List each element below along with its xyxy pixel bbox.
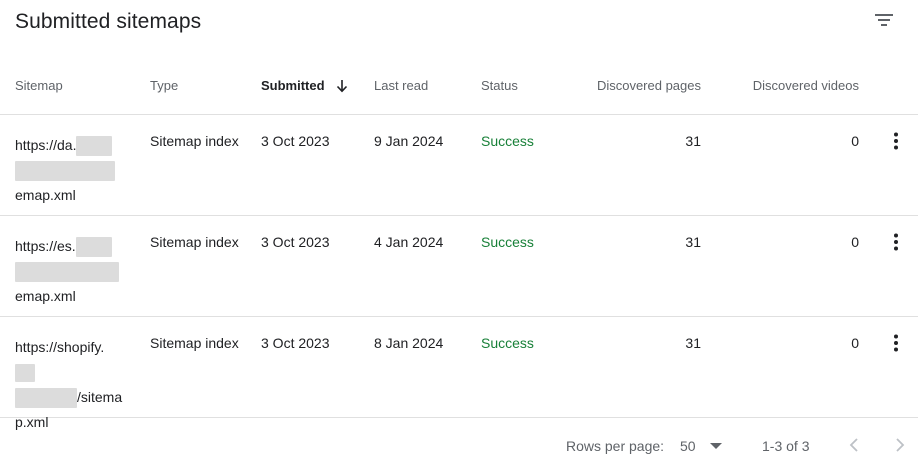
row-more-button[interactable] — [886, 228, 906, 256]
arrow-drop-down-icon — [710, 443, 722, 449]
sitemap-type: Sitemap index — [150, 234, 239, 250]
previous-page-button[interactable] — [844, 434, 864, 456]
submitted-date: 3 Oct 2023 — [261, 133, 330, 149]
column-header-last-read[interactable]: Last read — [374, 78, 428, 93]
sitemap-url-mid: /sitema — [77, 389, 123, 405]
sitemaps-table: Sitemap Type Submitted Last read Status … — [0, 60, 918, 430]
chevron-left-icon — [849, 438, 858, 452]
discovered-videos-count: 0 — [851, 234, 859, 250]
next-page-button[interactable] — [890, 434, 910, 456]
discovered-pages-count: 31 — [685, 335, 701, 351]
table-pagination: Rows per page: 50 1-3 of 3 — [0, 428, 918, 463]
discovered-pages-count: 31 — [685, 234, 701, 250]
redacted-block — [15, 161, 115, 182]
table-row[interactable]: https://shopify./sitema p.xml Sitemap ind… — [0, 317, 918, 430]
chevron-right-icon — [896, 438, 905, 452]
redacted-block — [76, 136, 113, 157]
sitemap-url[interactable]: https://da. emap.xml — [15, 133, 123, 208]
last-read-date: 9 Jan 2024 — [374, 133, 444, 149]
page-title: Submitted sitemaps — [15, 10, 202, 33]
discovered-pages-count: 31 — [685, 133, 701, 149]
sitemap-url-start: https://da. — [15, 137, 77, 153]
column-header-discovered-pages[interactable]: Discovered pages — [580, 78, 701, 93]
sitemap-url[interactable]: https://es. emap.xml — [15, 234, 123, 309]
redacted-block — [15, 388, 77, 409]
column-header-type[interactable]: Type — [150, 78, 178, 93]
status-text: Success — [481, 234, 534, 250]
column-header-submitted[interactable]: Submitted — [261, 78, 348, 93]
sitemap-type: Sitemap index — [150, 335, 239, 351]
sitemap-url-start: https://es. — [15, 238, 76, 254]
last-read-date: 4 Jan 2024 — [374, 234, 444, 250]
rows-per-page-value[interactable]: 50 — [680, 438, 696, 454]
submitted-date: 3 Oct 2023 — [261, 335, 330, 351]
submitted-date: 3 Oct 2023 — [261, 234, 330, 250]
sitemap-url-end: emap.xml — [15, 187, 76, 203]
status-text: Success — [481, 335, 534, 351]
sitemap-url-start: https://shopify. — [15, 339, 105, 355]
redacted-block — [15, 364, 35, 383]
redacted-block — [75, 237, 112, 258]
table-row[interactable]: https://da. emap.xml Sitemap index 3 Oct … — [0, 115, 918, 216]
filter-button[interactable] — [866, 5, 902, 35]
pagination-range: 1-3 of 3 — [762, 438, 810, 454]
column-header-submitted-label: Submitted — [261, 78, 325, 93]
column-header-sitemap[interactable]: Sitemap — [15, 78, 63, 93]
table-header-row: Sitemap Type Submitted Last read Status … — [0, 60, 918, 115]
column-header-discovered-videos[interactable]: Discovered videos — [738, 78, 859, 93]
page-header: Submitted sitemaps — [0, 0, 918, 56]
sitemap-url-end: emap.xml — [15, 288, 76, 304]
column-header-status[interactable]: Status — [481, 78, 518, 93]
more-vert-icon — [894, 132, 898, 150]
status-text: Success — [481, 133, 534, 149]
rows-per-page-dropdown[interactable] — [708, 439, 724, 453]
arrow-downward-icon — [337, 80, 348, 93]
row-more-button[interactable] — [886, 127, 906, 155]
filter-list-icon — [875, 14, 893, 26]
redacted-block — [15, 262, 119, 283]
sitemap-type: Sitemap index — [150, 133, 239, 149]
more-vert-icon — [894, 334, 898, 352]
discovered-videos-count: 0 — [851, 133, 859, 149]
discovered-videos-count: 0 — [851, 335, 859, 351]
table-row[interactable]: https://es. emap.xml Sitemap index 3 Oct … — [0, 216, 918, 317]
sitemap-url[interactable]: https://shopify./sitema p.xml — [15, 335, 123, 435]
row-more-button[interactable] — [886, 329, 906, 357]
rows-per-page-label: Rows per page: — [566, 438, 665, 454]
more-vert-icon — [894, 233, 898, 251]
last-read-date: 8 Jan 2024 — [374, 335, 444, 351]
